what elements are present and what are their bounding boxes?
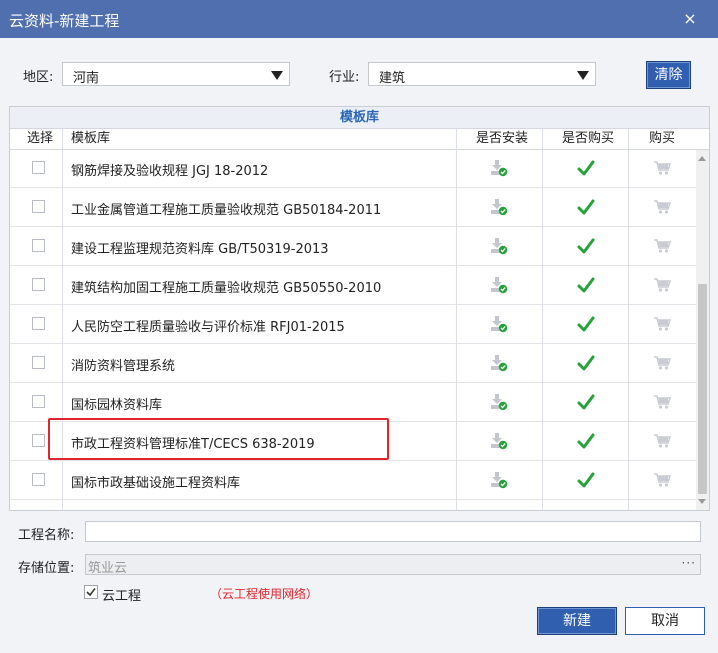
table-row[interactable]: 国标园林资料库 xyxy=(10,383,696,422)
region-select-value: 河南 xyxy=(73,71,100,86)
industry-select-value: 建筑 xyxy=(379,71,406,86)
buy-cart-icon[interactable] xyxy=(653,160,672,176)
template-name: 人民防空工程质量验收与评价标准 RFJ01-2015 xyxy=(71,320,345,335)
table-row[interactable]: 建设工程监理规范资料库 GB/T50319-2013 xyxy=(10,227,696,266)
cancel-button[interactable]: 取消 xyxy=(625,607,705,635)
installed-status-icon xyxy=(490,198,508,216)
installed-status-icon xyxy=(490,432,508,450)
dropdown-arrow-icon xyxy=(577,71,589,80)
installed-status-icon xyxy=(490,159,508,177)
purchased-check-icon xyxy=(577,198,595,216)
header-buy: 购买 xyxy=(649,131,676,146)
purchased-check-icon xyxy=(577,393,595,411)
table-row[interactable]: 消防资料管理系统 xyxy=(10,344,696,383)
window-title: 云资料-新建工程 xyxy=(9,12,120,30)
template-name: 国标市政基础设施工程资料库 xyxy=(71,476,241,491)
buy-cart-icon[interactable] xyxy=(653,394,672,410)
table-row[interactable]: 国标市政基础设施工程资料库 xyxy=(10,461,696,500)
column-divider xyxy=(628,129,629,510)
cloud-project-checkbox[interactable] xyxy=(84,585,98,599)
template-name: 工业金属管道工程施工质量验收规范 GB50184-2011 xyxy=(71,203,382,218)
industry-select[interactable]: 建筑 xyxy=(368,62,596,86)
buy-cart-icon[interactable] xyxy=(653,199,672,215)
row-select-checkbox[interactable] xyxy=(32,200,45,213)
row-select-checkbox[interactable] xyxy=(32,356,45,369)
template-name: 钢筋焊接及验收规程 JGJ 18-2012 xyxy=(71,164,269,179)
header-installed: 是否安装 xyxy=(476,131,529,146)
create-button[interactable]: 新建 xyxy=(537,607,617,635)
storage-value: 筑业云 xyxy=(88,561,128,576)
row-select-checkbox[interactable] xyxy=(32,278,45,291)
close-icon[interactable]: × xyxy=(682,9,698,28)
buy-cart-icon[interactable] xyxy=(653,316,672,332)
region-select[interactable]: 河南 xyxy=(62,62,290,86)
installed-status-icon xyxy=(490,276,508,294)
region-label: 地区: xyxy=(23,70,54,85)
template-name: 建设工程监理规范资料库 GB/T50319-2013 xyxy=(71,242,329,257)
purchased-check-icon xyxy=(577,237,595,255)
scroll-thumb[interactable] xyxy=(698,284,707,494)
clear-button[interactable]: 清除 xyxy=(646,61,691,89)
template-name: 市政工程资料管理标准T/CECS 638-2019 xyxy=(71,437,315,452)
industry-label: 行业: xyxy=(329,70,360,85)
row-select-checkbox[interactable] xyxy=(32,473,45,486)
template-name: 国标园林资料库 xyxy=(71,398,163,413)
table-header: 选择 模板库 是否安装 是否购买 购买 xyxy=(10,129,709,150)
table-row[interactable]: 钢筋焊接及验收规程 JGJ 18-2012 xyxy=(10,149,696,188)
table-title: 模板库 xyxy=(10,107,709,129)
template-table: 模板库 选择 模板库 是否安装 是否购买 购买 钢筋焊接及验收规程 JGJ 18… xyxy=(9,106,710,511)
installed-status-icon xyxy=(490,393,508,411)
installed-status-icon xyxy=(490,354,508,372)
browse-icon[interactable]: ··· xyxy=(682,556,696,570)
buy-cart-icon[interactable] xyxy=(653,472,672,488)
cloud-project-label: 云工程 xyxy=(102,589,142,604)
row-select-checkbox[interactable] xyxy=(32,239,45,252)
title-bar: 云资料-新建工程 × xyxy=(0,0,718,38)
row-select-checkbox[interactable] xyxy=(32,395,45,408)
buy-cart-icon[interactable] xyxy=(653,277,672,293)
table-row[interactable]: 建筑结构加固工程施工质量验收规范 GB50550-2010 xyxy=(10,266,696,305)
buy-cart-icon[interactable] xyxy=(653,238,672,254)
column-divider xyxy=(542,129,543,510)
purchased-check-icon xyxy=(577,276,595,294)
purchased-check-icon xyxy=(577,315,595,333)
buy-cart-icon[interactable] xyxy=(653,355,672,371)
installed-status-icon xyxy=(490,237,508,255)
header-purchased: 是否购买 xyxy=(562,131,615,146)
table-row[interactable]: 人民防空工程质量验收与评价标准 RFJ01-2015 xyxy=(10,305,696,344)
project-name-input[interactable] xyxy=(85,521,701,542)
project-name-label: 工程名称: xyxy=(18,528,75,543)
buy-cart-icon[interactable] xyxy=(653,433,672,449)
template-name: 消防资料管理系统 xyxy=(71,359,176,374)
row-select-checkbox[interactable] xyxy=(32,317,45,330)
vertical-scrollbar[interactable] xyxy=(696,150,709,510)
installed-status-icon xyxy=(490,471,508,489)
cloud-network-note: （云工程使用网络） xyxy=(210,587,319,601)
header-template: 模板库 xyxy=(71,131,111,146)
purchased-check-icon xyxy=(577,432,595,450)
table-row[interactable]: 市政工程资料管理标准T/CECS 638-2019 xyxy=(10,422,696,461)
purchased-check-icon xyxy=(577,159,595,177)
template-name: 建筑结构加固工程施工质量验收规范 GB50550-2010 xyxy=(71,281,382,296)
storage-input[interactable]: 筑业云 ··· xyxy=(85,554,701,576)
row-select-checkbox[interactable] xyxy=(32,161,45,174)
row-select-checkbox[interactable] xyxy=(32,434,45,447)
installed-status-icon xyxy=(490,315,508,333)
storage-label: 存储位置: xyxy=(18,561,75,576)
scroll-down-icon[interactable] xyxy=(698,499,706,504)
purchased-check-icon xyxy=(577,354,595,372)
table-row[interactable]: 工业金属管道工程施工质量验收规范 GB50184-2011 xyxy=(10,188,696,227)
header-select: 选择 xyxy=(27,131,54,146)
scroll-up-icon[interactable] xyxy=(698,156,706,161)
purchased-check-icon xyxy=(577,471,595,489)
column-divider xyxy=(62,129,63,510)
column-divider xyxy=(456,129,457,510)
dropdown-arrow-icon xyxy=(271,71,283,80)
